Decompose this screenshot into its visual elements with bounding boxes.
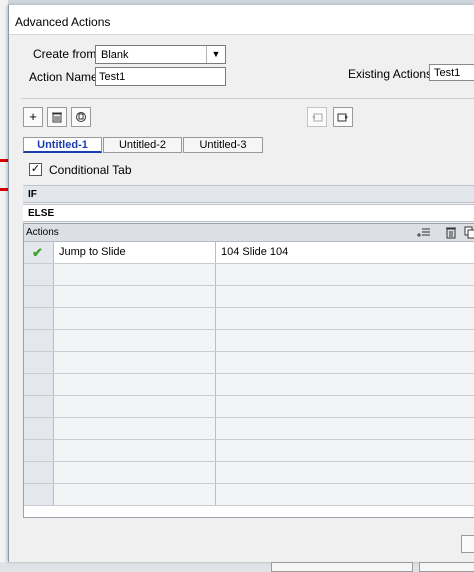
action-cell[interactable]	[54, 418, 216, 439]
delete-action-button[interactable]	[47, 107, 67, 127]
row-status-cell	[24, 396, 54, 417]
action-cell-text: Jump to Slide	[59, 246, 126, 258]
table-row[interactable]: ✔ Jump to Slide 104 Slide 104	[24, 242, 474, 264]
actions-header-label: Actions	[26, 227, 59, 238]
advanced-actions-dialog: Advanced Actions Create from: Blank ▼ Ac…	[8, 5, 474, 572]
target-cell[interactable]	[216, 330, 474, 351]
actions-grid: Actions ✔ Jump to Slide 104 Slide 104	[23, 223, 474, 518]
row-status-cell	[24, 308, 54, 329]
move-left-button[interactable]	[307, 107, 327, 127]
insert-row-icon[interactable]	[417, 226, 431, 239]
action-cell[interactable]: Jump to Slide	[54, 242, 216, 263]
target-cell[interactable]	[216, 352, 474, 373]
action-cell[interactable]	[54, 484, 216, 505]
action-name-value: Test1	[99, 71, 126, 83]
row-status-cell	[24, 484, 54, 505]
table-row[interactable]	[24, 264, 474, 286]
target-cell[interactable]	[216, 396, 474, 417]
background-red-marker	[0, 159, 8, 162]
conditional-tab-checkbox[interactable]: ✓	[29, 163, 42, 176]
create-from-value: Blank	[101, 49, 129, 61]
table-row[interactable]	[24, 286, 474, 308]
copy-icon[interactable]	[464, 226, 474, 239]
action-cell[interactable]	[54, 286, 216, 307]
tab-untitled-3[interactable]: Untitled-3	[183, 137, 263, 153]
table-row[interactable]	[24, 462, 474, 484]
row-status-cell	[24, 440, 54, 461]
move-right-button[interactable]	[333, 107, 353, 127]
target-cell[interactable]	[216, 264, 474, 285]
move-right-icon	[337, 113, 348, 122]
dialog-titlebar[interactable]: Advanced Actions	[9, 5, 474, 35]
plus-icon: +	[29, 109, 37, 124]
action-cell[interactable]	[54, 352, 216, 373]
table-row[interactable]	[24, 374, 474, 396]
create-from-label: Create from:	[33, 47, 100, 61]
action-name-label: Action Name:	[29, 70, 102, 84]
tab-untitled-2[interactable]: Untitled-2	[103, 137, 182, 153]
existing-actions-label: Existing Actions:	[348, 67, 436, 81]
add-action-button[interactable]: +	[23, 107, 43, 127]
action-cell[interactable]	[54, 308, 216, 329]
action-cell[interactable]	[54, 374, 216, 395]
table-row[interactable]	[24, 396, 474, 418]
row-status-cell	[24, 330, 54, 351]
row-status-cell	[24, 374, 54, 395]
action-cell[interactable]	[54, 440, 216, 461]
target-cell[interactable]: 104 Slide 104	[216, 242, 474, 263]
row-status-cell	[24, 286, 54, 307]
footer-button[interactable]	[419, 562, 474, 572]
table-row[interactable]	[24, 418, 474, 440]
chevron-down-icon[interactable]: ▼	[206, 46, 225, 63]
if-label: IF	[28, 189, 37, 200]
action-name-input[interactable]: Test1	[95, 67, 226, 86]
conditional-tab-label: Conditional Tab	[49, 163, 132, 177]
row-status-cell	[24, 352, 54, 373]
table-row[interactable]	[24, 484, 474, 506]
create-from-select[interactable]: Blank ▼	[95, 45, 226, 64]
target-cell[interactable]	[216, 418, 474, 439]
move-left-icon	[312, 113, 323, 122]
footer-button[interactable]	[271, 562, 413, 572]
else-label: ELSE	[28, 208, 55, 219]
target-cell[interactable]	[216, 440, 474, 461]
table-row[interactable]	[24, 352, 474, 374]
background-red-marker	[0, 188, 8, 191]
row-status-cell	[24, 462, 54, 483]
if-section-header[interactable]: IF	[23, 185, 474, 203]
action-cell[interactable]	[54, 396, 216, 417]
background-left-panel	[0, 0, 8, 562]
row-status-cell	[24, 418, 54, 439]
trash-icon	[52, 112, 62, 123]
checkmark-icon: ✔	[32, 245, 43, 260]
table-row[interactable]	[24, 308, 474, 330]
actions-grid-header: Actions	[24, 224, 474, 242]
row-status-cell: ✔	[24, 242, 54, 263]
target-cell-text: 104 Slide 104	[221, 246, 289, 258]
target-cell[interactable]	[216, 308, 474, 329]
table-row[interactable]	[24, 440, 474, 462]
else-section-header[interactable]: ELSE	[23, 204, 474, 222]
side-button[interactable]	[461, 535, 474, 553]
dialog-title: Advanced Actions	[15, 15, 111, 29]
action-cell[interactable]	[54, 264, 216, 285]
target-cell[interactable]	[216, 374, 474, 395]
table-row[interactable]	[24, 330, 474, 352]
target-cell[interactable]	[216, 286, 474, 307]
target-cell[interactable]	[216, 484, 474, 505]
action-cell[interactable]	[54, 330, 216, 351]
trash-icon[interactable]	[444, 226, 458, 239]
tab-untitled-1[interactable]: Untitled-1	[23, 137, 102, 153]
duplicate-action-button[interactable]	[71, 107, 91, 127]
existing-actions-select[interactable]: Test1	[429, 64, 474, 81]
duplicate-icon	[76, 112, 86, 122]
target-cell[interactable]	[216, 462, 474, 483]
divider	[21, 98, 474, 99]
action-cell[interactable]	[54, 462, 216, 483]
existing-actions-value: Test1	[434, 67, 461, 79]
row-status-cell	[24, 264, 54, 285]
